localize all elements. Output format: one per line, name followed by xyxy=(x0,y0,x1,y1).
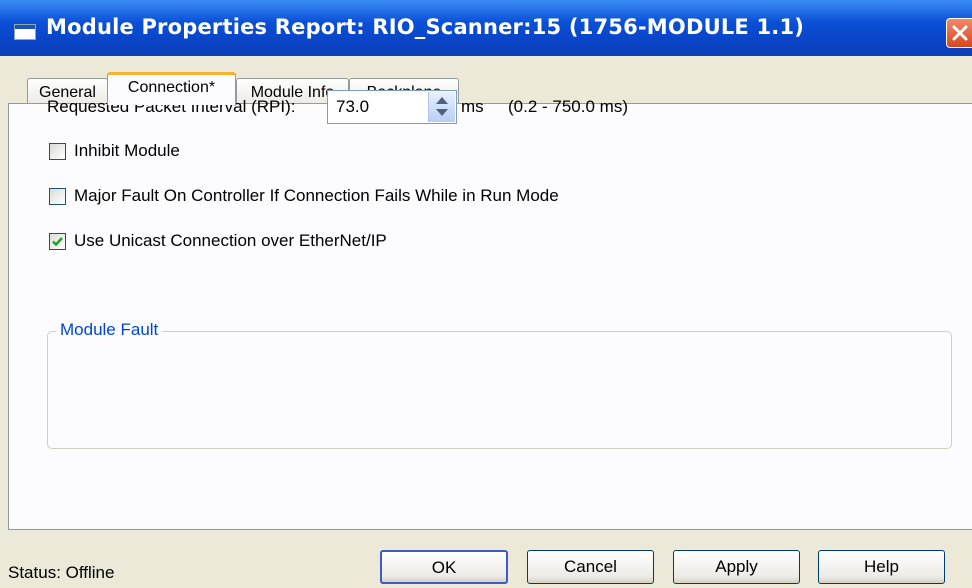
major-fault-label: Major Fault On Controller If Connection … xyxy=(74,186,559,205)
rpi-unit: ms xyxy=(461,97,484,116)
tab-connection[interactable]: Connection* xyxy=(107,72,236,105)
rpi-spinner[interactable] xyxy=(428,92,455,122)
window-icon xyxy=(14,24,36,40)
close-button[interactable] xyxy=(946,18,972,48)
check-icon xyxy=(52,237,63,247)
connection-tab-panel xyxy=(8,103,972,530)
rpi-field[interactable] xyxy=(327,90,457,124)
module-fault-title: Module Fault xyxy=(56,320,163,340)
tab-strip: General Connection* Module Info Backplan… xyxy=(0,56,972,105)
ok-button[interactable]: OK xyxy=(380,550,508,584)
unicast-checkbox[interactable] xyxy=(49,233,66,250)
cancel-button[interactable]: Cancel xyxy=(527,550,654,584)
spin-up-icon[interactable] xyxy=(436,97,448,104)
apply-button[interactable]: Apply xyxy=(673,550,800,584)
title-bar: Module Properties Report: RIO_Scanner:15… xyxy=(0,0,972,56)
help-button[interactable]: Help xyxy=(818,550,945,584)
spin-down-icon[interactable] xyxy=(436,109,448,116)
status-text: Status: Offline xyxy=(8,563,115,582)
major-fault-checkbox[interactable] xyxy=(49,188,66,205)
module-fault-group: Module Fault xyxy=(47,320,952,449)
inhibit-module-label: Inhibit Module xyxy=(74,141,180,160)
tab-label: Connection* xyxy=(127,79,216,96)
rpi-input[interactable] xyxy=(328,91,436,123)
rpi-range: (0.2 - 750.0 ms) xyxy=(508,97,628,116)
unicast-label: Use Unicast Connection over EtherNet/IP xyxy=(74,231,387,250)
close-icon xyxy=(952,25,968,41)
inhibit-module-checkbox[interactable] xyxy=(49,143,66,160)
window-title: Module Properties Report: RIO_Scanner:15… xyxy=(46,15,805,39)
